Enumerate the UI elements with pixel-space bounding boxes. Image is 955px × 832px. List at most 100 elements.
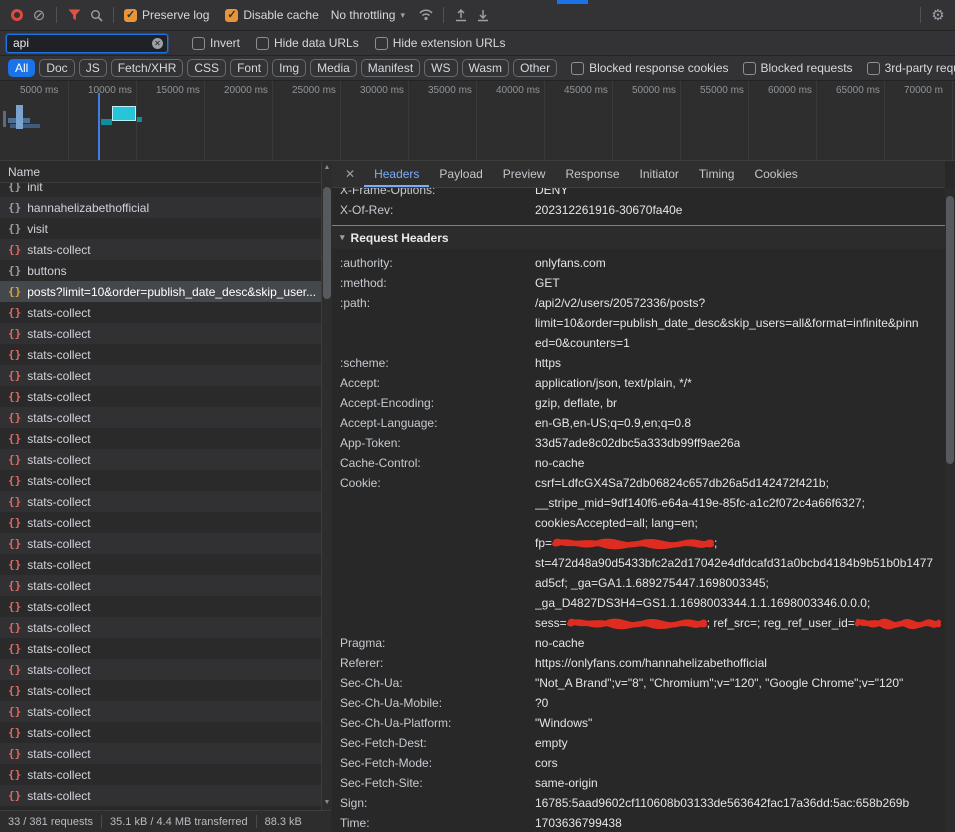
request-row[interactable]: stats-collect xyxy=(0,491,321,512)
filter-chip-img[interactable]: Img xyxy=(272,59,306,77)
filter-button[interactable] xyxy=(63,4,85,26)
clear-network-log-button[interactable]: ⊘ xyxy=(28,4,50,26)
close-details-icon[interactable]: ✕ xyxy=(336,167,364,181)
filter-chip-ws[interactable]: WS xyxy=(424,59,457,77)
tab-headers[interactable]: Headers xyxy=(364,161,429,187)
clear-filter-icon[interactable]: ✕ xyxy=(152,38,163,49)
request-row[interactable]: stats-collect xyxy=(0,617,321,638)
request-headers-section-header[interactable]: ▾ Request Headers xyxy=(332,225,945,249)
disable-cache-checkbox[interactable]: Disable cache xyxy=(225,8,318,22)
header-row: X-Of-Rev:202312261916-30670fa40e xyxy=(332,200,945,220)
hide-extension-urls-label: Hide extension URLs xyxy=(393,36,506,50)
request-row[interactable]: stats-collect xyxy=(0,512,321,533)
import-har-button[interactable] xyxy=(450,4,472,26)
invert-checkbox[interactable]: Invert xyxy=(192,36,240,50)
hide-data-urls-label: Hide data URLs xyxy=(274,36,359,50)
request-row[interactable]: stats-collect xyxy=(0,596,321,617)
details-scrollbar[interactable] xyxy=(945,188,955,832)
filter-chip-doc[interactable]: Doc xyxy=(39,59,74,77)
request-row[interactable]: stats-collect xyxy=(0,722,321,743)
request-name: stats-collect xyxy=(27,390,90,404)
request-row[interactable]: stats-collect xyxy=(0,680,321,701)
overview-strip[interactable]: 5000 ms10000 ms15000 ms20000 ms25000 ms3… xyxy=(0,81,955,161)
checkbox-blocked-response-cookies[interactable]: Blocked response cookies xyxy=(571,61,728,75)
request-name: stats-collect xyxy=(27,537,90,551)
request-row[interactable]: stats-collect xyxy=(0,743,321,764)
request-row[interactable]: stats-collect xyxy=(0,785,321,806)
header-value-line: ad5cf; _ga=GA1.1.689275447.1698003345; xyxy=(535,573,941,593)
filter-chip-fetch-xhr[interactable]: Fetch/XHR xyxy=(111,59,184,77)
request-row-selected[interactable]: posts?limit=10&order=publish_date_desc&s… xyxy=(0,281,321,302)
settings-gear-icon[interactable]: ⚙ xyxy=(927,4,949,26)
header-value: en-GB,en-US;q=0.9,en;q=0.8 xyxy=(535,413,691,433)
tab-payload[interactable]: Payload xyxy=(429,161,492,187)
tab-initiator[interactable]: Initiator xyxy=(630,161,689,187)
checkbox-3rd-party-requests[interactable]: 3rd-party requests xyxy=(867,61,955,75)
request-row[interactable]: stats-collect xyxy=(0,239,321,260)
scrollbar-thumb[interactable] xyxy=(323,187,331,299)
request-row[interactable]: visit xyxy=(0,218,321,239)
network-conditions-button[interactable] xyxy=(415,4,437,26)
request-row[interactable]: buttons xyxy=(0,260,321,281)
scrollbar-thumb[interactable] xyxy=(946,196,954,464)
request-row[interactable]: stats-collect xyxy=(0,365,321,386)
name-column-header[interactable]: Name xyxy=(0,161,322,183)
request-row[interactable]: stats-collect xyxy=(0,638,321,659)
preserve-log-checkbox[interactable]: Preserve log xyxy=(124,8,209,22)
request-row[interactable]: stats-collect xyxy=(0,449,321,470)
scroll-down-icon[interactable]: ▼ xyxy=(322,798,332,808)
throttling-select[interactable]: No throttling ▾ xyxy=(331,8,405,22)
checkbox-blocked-requests[interactable]: Blocked requests xyxy=(743,61,853,75)
hide-data-urls-checkbox[interactable]: Hide data URLs xyxy=(256,36,359,50)
resource-type-filter-bar: AllDoc JSFetch/XHRCSSFontImgMediaManifest… xyxy=(0,56,955,81)
request-row[interactable]: stats-collect xyxy=(0,554,321,575)
search-button[interactable] xyxy=(85,4,107,26)
tab-timing[interactable]: Timing xyxy=(689,161,745,187)
filter-chip-wasm[interactable]: Wasm xyxy=(462,59,510,77)
filter-chip-all[interactable]: All xyxy=(8,59,35,77)
request-row[interactable]: stats-collect xyxy=(0,764,321,785)
header-name: Referer: xyxy=(332,653,535,673)
request-row[interactable]: stats-collect xyxy=(0,407,321,428)
request-row[interactable]: init xyxy=(0,183,321,197)
request-row[interactable]: stats-collect xyxy=(0,659,321,680)
header-value-line: /api2/v2/users/20572336/posts? xyxy=(535,293,919,313)
request-name: stats-collect xyxy=(27,642,90,656)
request-row[interactable]: stats-collect xyxy=(0,323,321,344)
filter-chip-css[interactable]: CSS xyxy=(187,59,226,77)
tab-cookies[interactable]: Cookies xyxy=(744,161,807,187)
filter-chip-font[interactable]: Font xyxy=(230,59,268,77)
filter-chip-js[interactable]: JS xyxy=(79,59,107,77)
waterfall-bar xyxy=(16,105,23,129)
request-row[interactable]: stats-collect xyxy=(0,386,321,407)
request-row[interactable]: stats-collect xyxy=(0,470,321,491)
request-row[interactable]: stats-collect xyxy=(0,701,321,722)
tab-response[interactable]: Response xyxy=(555,161,629,187)
header-value: cors xyxy=(535,753,558,773)
header-value-line: limit=10&order=publish_date_desc&skip_us… xyxy=(535,313,919,333)
request-name: init xyxy=(27,183,42,194)
request-headers-rows: :authority:onlyfans.com:method:GET:path:… xyxy=(332,249,945,832)
filter-chip-media[interactable]: Media xyxy=(310,59,357,77)
filter-chip-manifest[interactable]: Manifest xyxy=(361,59,420,77)
filter-chip-other[interactable]: Other xyxy=(513,59,557,77)
export-har-button[interactable] xyxy=(472,4,494,26)
request-list-scrollbar[interactable]: ▲ ▼ xyxy=(322,161,332,810)
request-row[interactable]: hannahelizabethofficial xyxy=(0,197,321,218)
hide-extension-urls-checkbox[interactable]: Hide extension URLs xyxy=(375,36,506,50)
tab-preview[interactable]: Preview xyxy=(493,161,556,187)
request-row[interactable]: stats-collect xyxy=(0,344,321,365)
header-row: Cache-Control:no-cache xyxy=(332,453,945,473)
timeline-gridline xyxy=(884,81,885,160)
header-value: 33d57ade8c02dbc5a333db99ff9ae26a xyxy=(535,433,740,453)
request-row[interactable]: stats-collect xyxy=(0,575,321,596)
filter-input[interactable] xyxy=(6,34,168,53)
waterfall-bar xyxy=(3,111,6,127)
request-row[interactable]: stats-collect xyxy=(0,533,321,554)
record-button[interactable] xyxy=(6,4,28,26)
scroll-up-icon[interactable]: ▲ xyxy=(322,163,332,173)
request-row[interactable]: stats-collect xyxy=(0,302,321,323)
request-row[interactable]: stats-collect xyxy=(0,428,321,449)
header-row: :scheme:https xyxy=(332,353,945,373)
header-value: 1703636799438 xyxy=(535,813,622,832)
